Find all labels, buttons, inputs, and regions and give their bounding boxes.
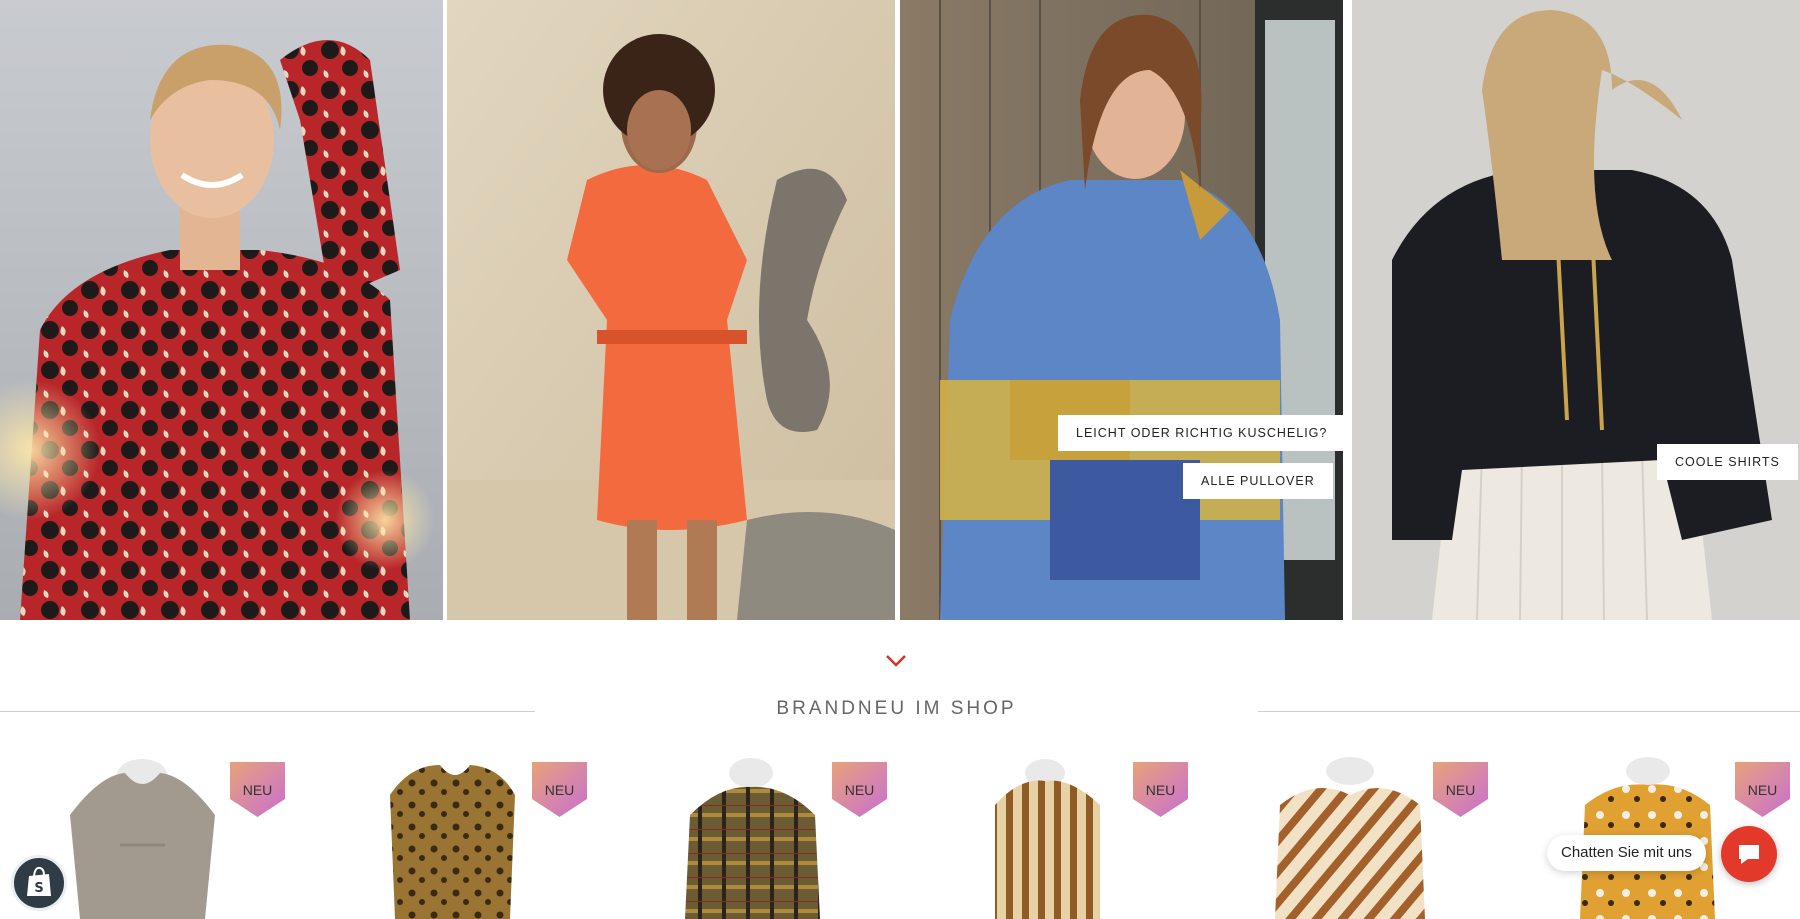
product-image	[390, 765, 515, 919]
hero-grid: LEICHT ODER RICHTIG KUSCHELIG? ALLE PULL…	[0, 0, 1800, 620]
section-divider-right	[1258, 711, 1800, 712]
product-card[interactable]: NEU	[40, 755, 340, 919]
product-card[interactable]: NEU	[1240, 755, 1540, 919]
page: LEICHT ODER RICHTIG KUSCHELIG? ALLE PULL…	[0, 0, 1800, 919]
neu-badge: NEU	[1735, 762, 1790, 817]
product-card[interactable]: NEU	[340, 755, 640, 919]
product-image	[1275, 757, 1425, 919]
floral-blouse-tile[interactable]	[0, 0, 443, 620]
chevron-down-icon[interactable]	[884, 651, 908, 671]
alle-pullover-button[interactable]: ALLE PULLOVER	[1183, 463, 1333, 499]
section-title: BRANDNEU IM SHOP	[776, 698, 1017, 719]
coole-shirts-button[interactable]: COOLE SHIRTS	[1657, 444, 1798, 480]
section-divider-left	[0, 711, 535, 712]
product-image	[685, 758, 820, 919]
neu-badge: NEU	[1433, 762, 1488, 817]
chat-bubble-icon	[1739, 845, 1759, 864]
product-list: NEU NEU NEU NEU NEU NEU	[0, 755, 1800, 919]
product-card[interactable]: NEU	[940, 755, 1240, 919]
floral-blouse-image	[0, 0, 443, 620]
product-card[interactable]: NEU	[640, 755, 940, 919]
shirts-tile[interactable]: COOLE SHIRTS	[1352, 0, 1800, 620]
shirts-image	[1352, 0, 1800, 620]
kuschelig-button[interactable]: LEICHT ODER RICHTIG KUSCHELIG?	[1058, 415, 1343, 451]
pullover-image	[900, 0, 1343, 620]
orange-dress-tile[interactable]	[447, 0, 895, 620]
shopify-bag-icon: S	[27, 866, 51, 896]
neu-badge: NEU	[230, 762, 285, 817]
chat-button[interactable]	[1721, 826, 1777, 882]
product-image	[70, 759, 215, 919]
shopify-badge[interactable]: S	[11, 855, 67, 911]
orange-dress-image	[447, 0, 895, 620]
pullover-tile[interactable]: LEICHT ODER RICHTIG KUSCHELIG? ALLE PULL…	[900, 0, 1343, 620]
svg-text:S: S	[34, 881, 43, 896]
neu-badge: NEU	[1133, 762, 1188, 817]
neu-badge: NEU	[532, 762, 587, 817]
chat-label[interactable]: Chatten Sie mit uns	[1547, 835, 1706, 871]
product-image	[995, 759, 1100, 919]
neu-badge: NEU	[832, 762, 887, 817]
